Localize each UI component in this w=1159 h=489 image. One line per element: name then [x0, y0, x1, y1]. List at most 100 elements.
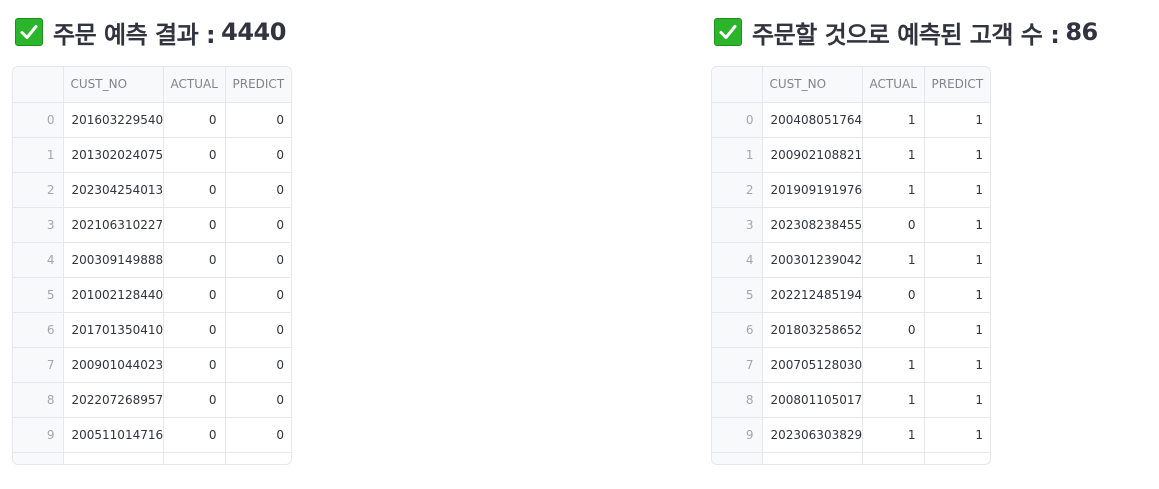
predict-cell[interactable]: 1: [924, 312, 990, 348]
table-row: 3 202308238455 0 1: [712, 207, 990, 243]
actual-cell[interactable]: 0: [163, 312, 226, 348]
heading-title: 주문 예측 결과 :: [53, 20, 216, 49]
actual-cell[interactable]: 0: [163, 277, 226, 313]
row-index: 1: [712, 137, 763, 173]
predict-cell[interactable]: 1: [924, 242, 990, 278]
actual-cell[interactable]: 1: [862, 417, 925, 453]
table-row: 7 200705128030 1 1: [712, 347, 990, 383]
row-index-stub: [712, 452, 763, 464]
cust-no-cell[interactable]: 202306303829: [762, 417, 863, 453]
predict-cell[interactable]: 0: [225, 277, 291, 313]
cust-no-cell[interactable]: 200902108821: [762, 137, 863, 173]
table-row: 2 202304254013 0 0: [13, 172, 291, 208]
partial-row: [13, 452, 291, 464]
row-index: 8: [13, 382, 64, 418]
table-header-row: CUST_NO ACTUAL PREDICT: [712, 67, 990, 103]
predict-cell[interactable]: 0: [225, 312, 291, 348]
row-index: 2: [712, 172, 763, 208]
cust-no-cell[interactable]: 202207268957: [63, 382, 164, 418]
cell-stub: [762, 452, 863, 464]
predict-cell[interactable]: 0: [225, 102, 291, 138]
prediction-result-table[interactable]: CUST_NO ACTUAL PREDICT 0 201603229540 0 0 1…: [12, 66, 292, 465]
actual-cell[interactable]: 0: [862, 312, 925, 348]
predict-cell[interactable]: 1: [924, 382, 990, 418]
column-header-index[interactable]: [712, 67, 763, 103]
predict-cell[interactable]: 1: [924, 172, 990, 208]
cust-no-cell[interactable]: 202304254013: [63, 172, 164, 208]
table-row: 1 200902108821 1 1: [712, 137, 990, 173]
cust-no-cell[interactable]: 200408051764: [762, 102, 863, 138]
row-index: 4: [712, 242, 763, 278]
partial-row: [712, 452, 990, 464]
cust-no-cell[interactable]: 202308238455: [762, 207, 863, 243]
row-index: 9: [13, 417, 64, 453]
row-index: 0: [13, 102, 64, 138]
actual-cell[interactable]: 0: [163, 137, 226, 173]
check-mark-button-icon: [15, 18, 43, 46]
actual-cell[interactable]: 0: [163, 347, 226, 383]
cust-no-cell[interactable]: 200901044023: [63, 347, 164, 383]
column-header-index[interactable]: [13, 67, 64, 103]
cell-stub: [924, 452, 990, 464]
predicted-customers-table[interactable]: CUST_NO ACTUAL PREDICT 0 200408051764 1 1 1…: [711, 66, 991, 465]
predict-cell[interactable]: 1: [924, 417, 990, 453]
actual-cell[interactable]: 1: [862, 382, 925, 418]
cust-no-cell[interactable]: 201909191976: [762, 172, 863, 208]
cust-no-cell[interactable]: 200309149888: [63, 242, 164, 278]
actual-cell[interactable]: 1: [862, 172, 925, 208]
predict-cell[interactable]: 1: [924, 102, 990, 138]
row-index: 1: [13, 137, 64, 173]
predict-cell[interactable]: 0: [225, 347, 291, 383]
table-row: 0 200408051764 1 1: [712, 102, 990, 138]
predict-cell[interactable]: 0: [225, 207, 291, 243]
predict-cell[interactable]: 1: [924, 277, 990, 313]
cust-no-cell[interactable]: 200801105017: [762, 382, 863, 418]
predict-cell[interactable]: 0: [225, 382, 291, 418]
column-header-predict[interactable]: PREDICT: [225, 67, 291, 103]
column-header-predict[interactable]: PREDICT: [924, 67, 990, 103]
cell-stub: [225, 452, 291, 464]
actual-cell[interactable]: 1: [862, 347, 925, 383]
cust-no-cell[interactable]: 200705128030: [762, 347, 863, 383]
actual-cell[interactable]: 0: [862, 277, 925, 313]
actual-cell[interactable]: 0: [163, 207, 226, 243]
predict-cell[interactable]: 0: [225, 417, 291, 453]
column-header-cust-no[interactable]: CUST_NO: [63, 67, 164, 103]
cust-no-cell[interactable]: 202106310227: [63, 207, 164, 243]
cust-no-cell[interactable]: 200301239042: [762, 242, 863, 278]
cust-no-cell[interactable]: 201603229540: [63, 102, 164, 138]
column-header-actual[interactable]: ACTUAL: [862, 67, 925, 103]
predict-cell[interactable]: 0: [225, 137, 291, 173]
row-index: 6: [712, 312, 763, 348]
actual-cell[interactable]: 1: [862, 242, 925, 278]
heading-value: 86: [1065, 18, 1098, 46]
table-row: 4 200309149888 0 0: [13, 242, 291, 278]
predict-cell[interactable]: 0: [225, 242, 291, 278]
prediction-result-heading: 주문 예측 결과 : 4440: [15, 15, 286, 49]
actual-cell[interactable]: 0: [163, 382, 226, 418]
actual-cell[interactable]: 1: [862, 102, 925, 138]
actual-cell[interactable]: 0: [163, 242, 226, 278]
actual-cell[interactable]: 0: [163, 417, 226, 453]
cust-no-cell[interactable]: 201302024075: [63, 137, 164, 173]
predict-cell[interactable]: 1: [924, 137, 990, 173]
actual-cell[interactable]: 0: [163, 102, 226, 138]
cust-no-cell[interactable]: 201701350410: [63, 312, 164, 348]
predict-cell[interactable]: 1: [924, 347, 990, 383]
table-row: 0 201603229540 0 0: [13, 102, 291, 138]
predict-cell[interactable]: 1: [924, 207, 990, 243]
table-row: 9 200511014716 0 0: [13, 417, 291, 453]
column-header-cust-no[interactable]: CUST_NO: [762, 67, 863, 103]
table-row: 5 202212485194 0 1: [712, 277, 990, 313]
actual-cell[interactable]: 0: [862, 207, 925, 243]
cust-no-cell[interactable]: 202212485194: [762, 277, 863, 313]
actual-cell[interactable]: 0: [163, 172, 226, 208]
cust-no-cell[interactable]: 201803258652: [762, 312, 863, 348]
actual-cell[interactable]: 1: [862, 137, 925, 173]
cust-no-cell[interactable]: 200511014716: [63, 417, 164, 453]
table-row: 6 201701350410 0 0: [13, 312, 291, 348]
column-header-actual[interactable]: ACTUAL: [163, 67, 226, 103]
predict-cell[interactable]: 0: [225, 172, 291, 208]
table-row: 5 201002128440 0 0: [13, 277, 291, 313]
cust-no-cell[interactable]: 201002128440: [63, 277, 164, 313]
